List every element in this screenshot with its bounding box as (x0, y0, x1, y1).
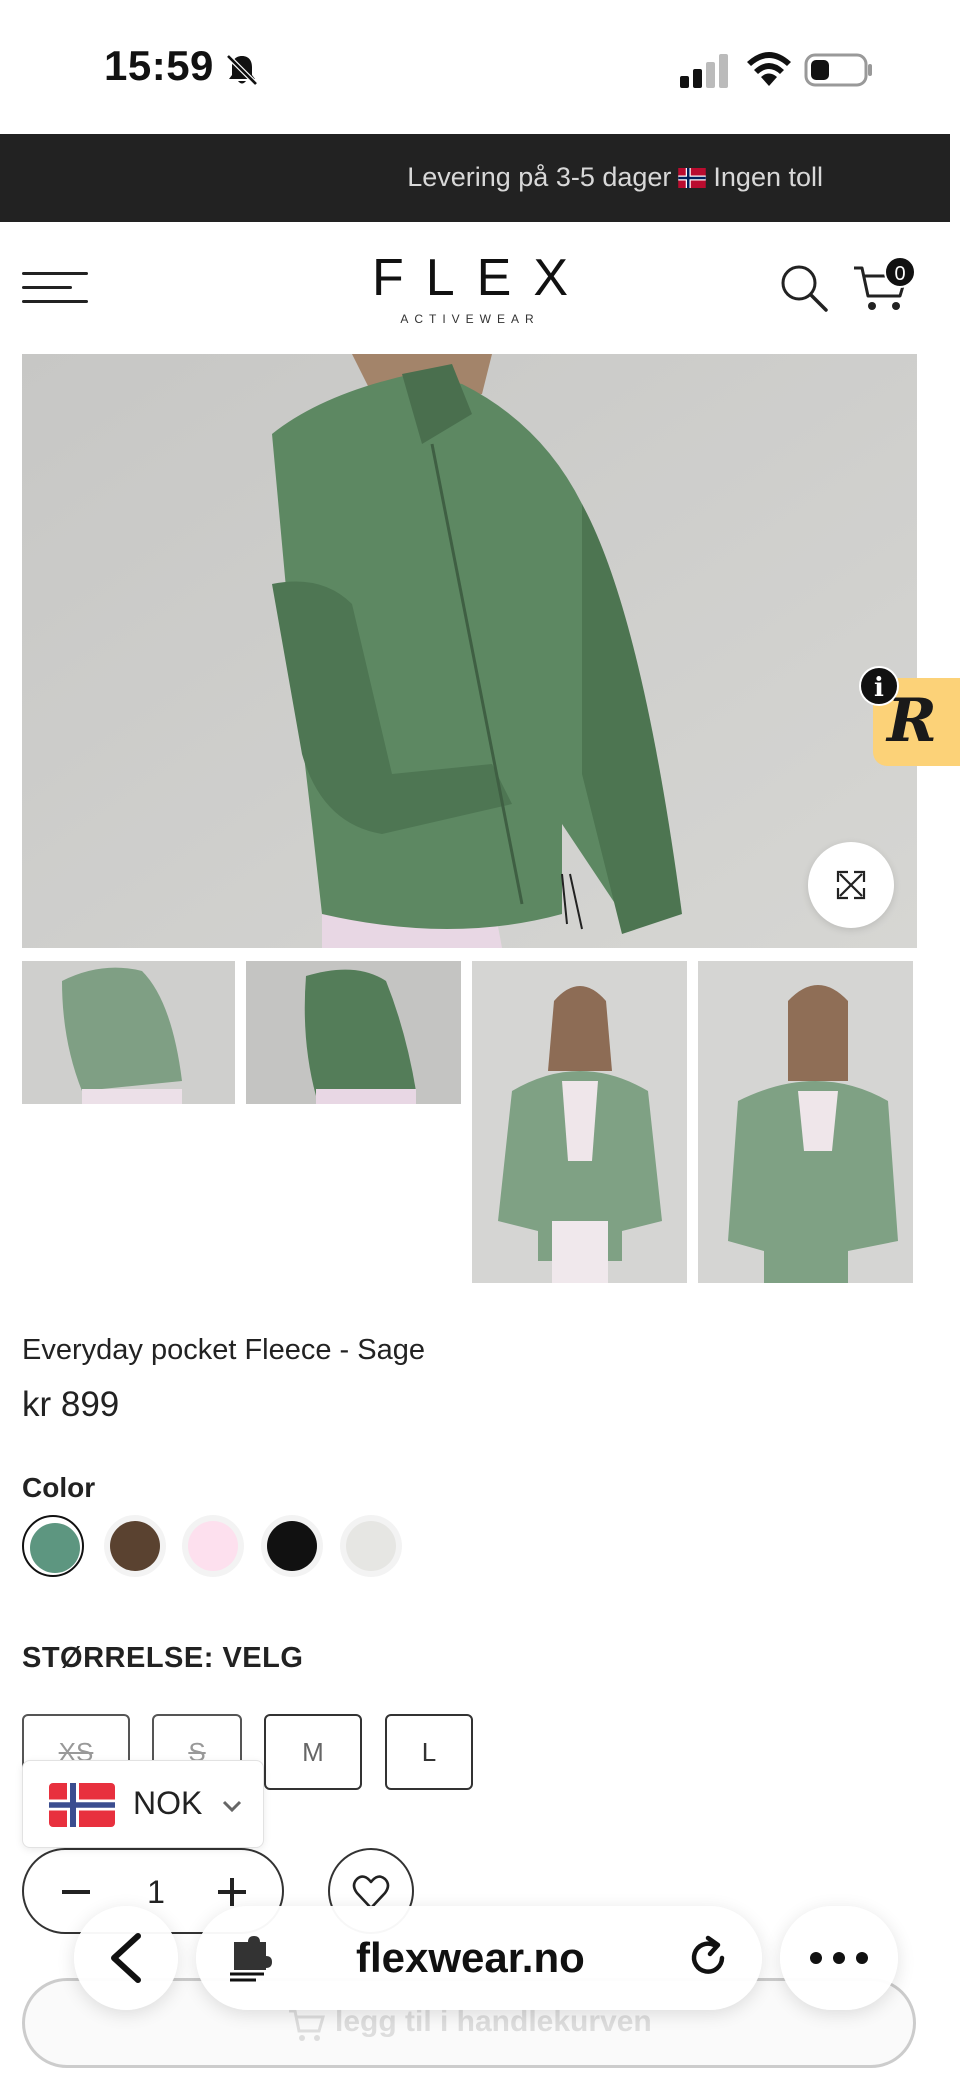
size-option-m[interactable]: M (264, 1714, 362, 1790)
browser-more-button[interactable] (780, 1906, 898, 2010)
info-icon[interactable]: i (859, 666, 899, 706)
color-label: Color (22, 1472, 96, 1503)
reload-icon[interactable] (684, 1934, 732, 1982)
color-swatch-light-grey[interactable] (340, 1515, 402, 1577)
browser-back-button[interactable] (74, 1906, 178, 2010)
thumbnail-photo (472, 961, 687, 1283)
announcement-bar: Levering på 3-5 dager Ingen toll (0, 134, 950, 222)
thumbnail-photo (22, 961, 235, 1104)
product-photo (22, 354, 917, 948)
norway-flag-icon (678, 168, 707, 188)
battery-icon (804, 53, 872, 87)
bell-slash-icon (226, 54, 258, 86)
product-thumbnail-2[interactable] (246, 961, 461, 1104)
add-to-cart-label: legg til i handlekurven (335, 2005, 652, 2038)
wifi-icon (747, 52, 791, 86)
cart-count-badge: 0 (884, 256, 916, 288)
expand-image-button[interactable] (808, 842, 894, 928)
logo-sub: ACTIVEWEAR (400, 312, 540, 326)
announcement-text: Levering på 3-5 dager Ingen toll (407, 162, 823, 193)
announcement-text-part1: Levering på 3-5 dager (407, 162, 672, 192)
signal-icon (680, 54, 728, 88)
browser-address-bar[interactable]: flexwear.no (196, 1906, 762, 2010)
minus-icon[interactable] (56, 1872, 96, 1912)
announcement-text-part2: Ingen toll (713, 162, 823, 192)
cart-icon (289, 2009, 325, 2041)
swatch-dot (30, 1523, 80, 1573)
status-time: 15:59 (104, 42, 214, 89)
swatch-dot (188, 1521, 238, 1571)
swatch-dot (110, 1521, 160, 1571)
product-thumbnail-1[interactable] (22, 961, 235, 1104)
color-swatch-black[interactable] (261, 1515, 323, 1577)
currency-selector[interactable]: NOK (22, 1760, 264, 1848)
color-swatch-sage[interactable] (22, 1515, 84, 1577)
chevron-down-icon (222, 1800, 242, 1813)
site-logo[interactable]: FLEX ACTIVEWEAR (320, 250, 620, 330)
size-option-l[interactable]: L (385, 1714, 473, 1790)
quantity-value: 1 (147, 1874, 165, 1910)
swatch-dot (346, 1521, 396, 1571)
size-label: STØRRELSE: VELG (22, 1642, 304, 1674)
product-price: kr 899 (22, 1385, 120, 1424)
product-main-image[interactable] (22, 354, 917, 948)
back-icon (111, 1933, 141, 1983)
menu-icon[interactable] (22, 268, 88, 308)
site-header: FLEX ACTIVEWEAR 0 (0, 222, 960, 352)
product-thumbnail-3[interactable] (472, 961, 687, 1283)
product-title: Everyday pocket Fleece - Sage (22, 1334, 425, 1366)
color-swatch-pink[interactable] (182, 1515, 244, 1577)
logo-main: FLEX (371, 249, 591, 307)
swatch-dot (267, 1521, 317, 1571)
color-swatch-brown[interactable] (104, 1515, 166, 1577)
browser-url: flexwear.no (356, 1934, 585, 1981)
more-icon (810, 1952, 868, 1964)
search-icon[interactable] (778, 262, 830, 314)
expand-icon (836, 870, 866, 900)
thumbnail-photo (698, 961, 913, 1283)
extension-icon[interactable] (226, 1934, 276, 1984)
status-bar: 15:59 (0, 0, 960, 134)
norway-flag-icon (49, 1783, 115, 1827)
currency-code: NOK (133, 1785, 203, 1821)
product-thumbnail-4[interactable] (698, 961, 913, 1283)
thumbnail-photo (246, 961, 461, 1104)
